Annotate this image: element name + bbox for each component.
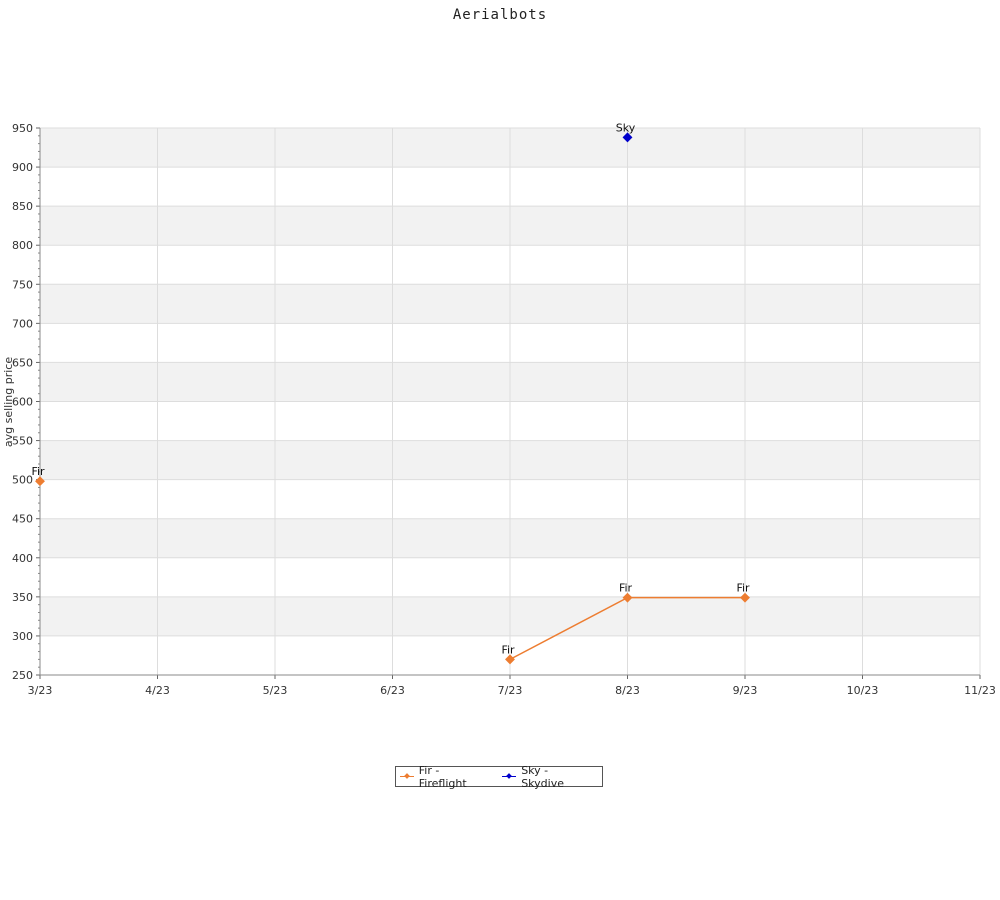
y-tick-label: 300 (12, 630, 33, 643)
data-label-fir: Fir (619, 582, 633, 595)
chart-title: Aerialbots (453, 7, 547, 23)
chart: 250 300 350 400 450 500 550 600 650 700 750 800 850 9… (2, 7, 996, 697)
y-tick-label: 400 (12, 552, 33, 565)
y-tick-label: 350 (12, 591, 33, 604)
legend: Fir - Fireflight Sky - Skydive (395, 764, 603, 790)
y-tick-label: 750 (12, 278, 33, 291)
legend-swatch-fireflight (400, 772, 414, 782)
x-tick-label: 4/23 (145, 684, 170, 697)
data-label-fir: Fir (31, 465, 45, 478)
legend-swatch-skydive (502, 772, 517, 782)
y-tick-label: 550 (12, 435, 33, 448)
y-tick-label: 850 (12, 200, 33, 213)
y-tick-label: 700 (12, 317, 33, 330)
y-tick-label: 950 (12, 122, 33, 135)
x-tick-label: 3/23 (28, 684, 53, 697)
data-label-fir: Fir (501, 643, 515, 656)
legend-label-fireflight: Fir - Fireflight (418, 763, 467, 790)
y-axis-label: avg selling price (2, 357, 15, 447)
data-label-sky: Sky (616, 121, 636, 134)
y-tick-label: 900 (12, 161, 33, 174)
x-tick-label: 10/23 (847, 684, 879, 697)
x-tick-label: 8/23 (615, 684, 640, 697)
legend-item-skydive: Sky - Skydive (502, 764, 588, 790)
y-tick-label: 250 (12, 669, 33, 682)
y-tick-label: 450 (12, 513, 33, 526)
legend-item-fireflight: Fir - Fireflight (400, 764, 484, 790)
x-tick-label: 6/23 (380, 684, 405, 697)
x-tick-label: 9/23 (733, 684, 758, 697)
x-tick-label: 11/23 (964, 684, 996, 697)
y-tick-label: 600 (12, 396, 33, 409)
x-tick-label: 5/23 (263, 684, 288, 697)
y-tick-label: 500 (12, 474, 33, 487)
x-tick-label: 7/23 (498, 684, 523, 697)
legend-label-skydive: Sky - Skydive (521, 763, 564, 790)
y-tick-label: 800 (12, 239, 33, 252)
data-label-fir: Fir (736, 582, 750, 595)
y-tick-label: 650 (12, 356, 33, 369)
